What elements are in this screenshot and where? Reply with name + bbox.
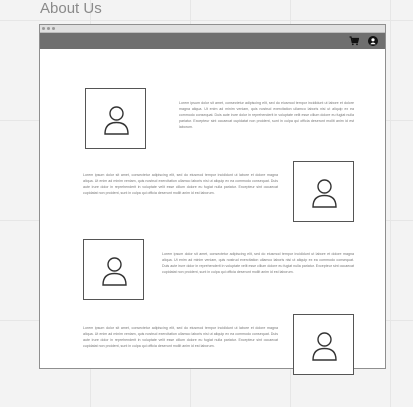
profile-image-2 bbox=[293, 161, 354, 222]
navbar-icons bbox=[349, 36, 378, 46]
profile-image-1 bbox=[85, 88, 146, 149]
user-placeholder-icon bbox=[312, 332, 337, 361]
row-text-3: Lorem ipsum dolor sit amet, consectetur … bbox=[162, 252, 354, 274]
row-text-2: Lorem ipsum dolor sit amet, consectetur … bbox=[83, 173, 278, 195]
row-text-1: Lorem ipsum dolor sit amet, consectetur … bbox=[179, 101, 354, 129]
row-text-4: Lorem ipsum dolor sit amet, consectetur … bbox=[83, 326, 278, 348]
user-placeholder-icon bbox=[104, 106, 129, 135]
user-placeholder-icon bbox=[312, 179, 337, 208]
profile-image-4 bbox=[293, 314, 354, 375]
navbar bbox=[40, 33, 385, 49]
cart-icon[interactable] bbox=[349, 36, 359, 46]
wireframe-window: Lorem ipsum dolor sit amet, consectetur … bbox=[39, 24, 386, 375]
user-placeholder-icon bbox=[102, 257, 127, 286]
page-title: About Us bbox=[40, 0, 102, 17]
user-icon[interactable] bbox=[368, 36, 378, 46]
window-dots bbox=[42, 27, 55, 30]
profile-image-3 bbox=[83, 239, 144, 300]
window-chrome bbox=[40, 25, 385, 33]
